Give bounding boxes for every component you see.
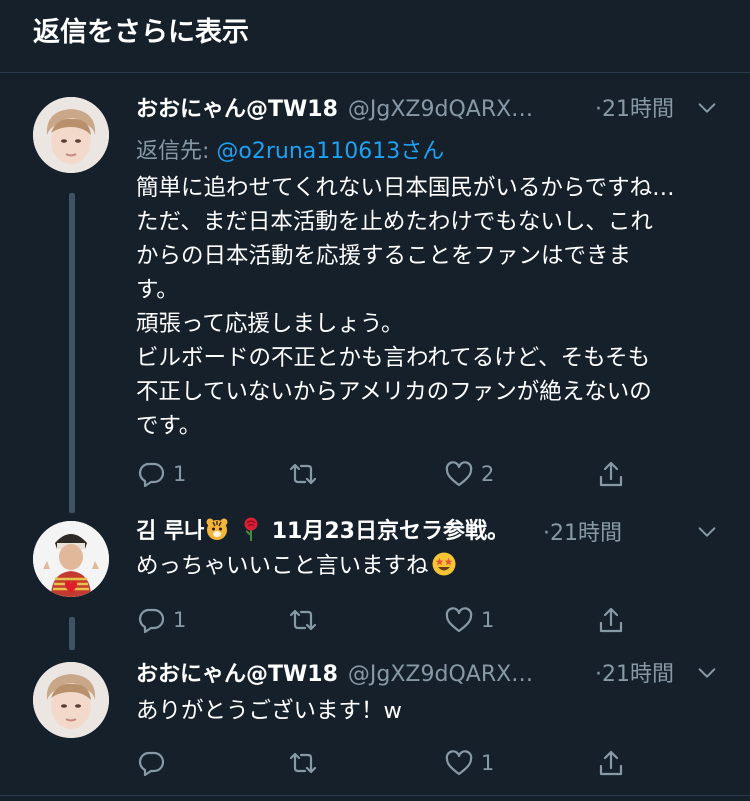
share-icon [599, 607, 623, 633]
page-header: 返信をさらに表示 [0, 0, 750, 73]
tweet-1[interactable]: おおにゃん@TW18 @JgXZ9dQARX… ·21時間 返信先: @o2run… [0, 73, 750, 513]
reply-icon [138, 608, 165, 634]
text-line: 頑張って応援しましょう。 [136, 311, 404, 337]
rose-emoji [238, 516, 264, 542]
like-button[interactable]: 1 [444, 748, 494, 778]
reply-count: 1 [173, 462, 187, 486]
tweet-text: ありがとうございます！w [136, 694, 402, 728]
chevron-down-icon[interactable] [696, 521, 718, 543]
reply-context: 返信先: @o2runa110613さん [136, 133, 444, 165]
text-line: ビルボードの不正とかも言われてるけど、そもそも [136, 345, 651, 371]
text-line: です。 [136, 413, 202, 439]
text-line: ありがとうございます！w [136, 698, 402, 724]
like-count: 2 [481, 462, 495, 486]
like-button[interactable]: 1 [444, 605, 494, 635]
display-name[interactable]: 김 루나 11月23日京セラ参戦。 [136, 516, 509, 544]
display-name-suffix: 11月23日京セラ参戦。 [271, 519, 509, 544]
reply-button[interactable]: 1 [136, 459, 186, 489]
text-line: からの日本活動を応援することをファンはできま [136, 243, 632, 269]
thread-line [69, 193, 75, 513]
retweet-icon [289, 752, 317, 774]
chevron-down-icon[interactable] [696, 97, 718, 119]
tiger-face-emoji [204, 516, 230, 542]
tweet-header: 김 루나 11月23日京セラ参戦。 [136, 513, 720, 545]
reply-icon [138, 462, 165, 488]
user-handle[interactable]: @JgXZ9dQARX… [348, 97, 533, 122]
display-name[interactable]: おおにゃん@TW18 [136, 97, 338, 122]
tweet-3[interactable]: おおにゃん@TW18 @JgXZ9dQARX… ·21時間 ありがとうございます！… [0, 650, 750, 796]
divider [0, 795, 750, 796]
share-button[interactable] [596, 605, 626, 635]
display-name[interactable]: おおにゃん@TW18 [136, 662, 338, 687]
avatar[interactable] [33, 97, 109, 173]
user-handle[interactable]: @JgXZ9dQARX… [348, 662, 533, 687]
reply-button[interactable]: 1 [136, 605, 186, 635]
tweet-text: 簡単に追わせてくれない日本国民がいるからですね… ただ、まだ日本活動を止めたわけ… [136, 171, 675, 443]
action-bar: 1 2 [136, 459, 656, 489]
thread-line [69, 617, 75, 650]
share-icon [599, 750, 623, 776]
text-line: 簡単に追わせてくれない日本国民がいるからですね… [136, 175, 675, 201]
action-bar: 1 1 [136, 605, 656, 635]
chevron-down-icon[interactable] [696, 662, 718, 684]
timestamp[interactable]: ·21時間 [595, 91, 674, 123]
tweet-2[interactable]: 김 루나 11月23日京セラ参戦。 ·21時間 めっちゃいいこと言いますね 1 … [0, 513, 750, 650]
tweet-text: めっちゃいいこと言いますね [136, 549, 457, 583]
text-line: めっちゃいいこと言いますね [136, 553, 429, 579]
mention-link[interactable]: @o2runa110613さん [216, 139, 444, 164]
display-name-korean: 김 루나 [136, 519, 205, 544]
reply-to-label: 返信先: [136, 139, 217, 164]
like-icon [445, 750, 473, 776]
retweet-button[interactable] [288, 748, 325, 778]
avatar[interactable] [33, 521, 109, 597]
action-bar: 1 [136, 748, 656, 778]
share-button[interactable] [596, 748, 626, 778]
text-line: す。 [136, 277, 179, 303]
text-line: ただ、まだ日本活動を止めたわけでもないし、これ [136, 209, 653, 235]
reply-button[interactable] [136, 748, 173, 778]
retweet-button[interactable] [288, 605, 325, 635]
timestamp[interactable]: ·21時間 [595, 656, 674, 688]
like-count: 1 [481, 608, 495, 632]
text-line: 不正していないからアメリカのファンが絶えないの [136, 379, 652, 405]
like-count: 1 [481, 751, 495, 775]
like-icon [445, 607, 473, 633]
star-struck-emoji [431, 551, 457, 577]
share-button[interactable] [596, 459, 626, 489]
avatar[interactable] [33, 662, 109, 738]
reply-icon [138, 751, 165, 777]
timestamp[interactable]: ·21時間 [543, 515, 622, 547]
retweet-icon [289, 609, 317, 631]
page-title: 返信をさらに表示 [33, 17, 249, 48]
like-button[interactable]: 2 [444, 459, 494, 489]
share-icon [599, 461, 623, 487]
like-icon [445, 461, 473, 487]
retweet-button[interactable] [288, 459, 325, 489]
retweet-icon [289, 463, 317, 485]
reply-count: 1 [173, 608, 187, 632]
